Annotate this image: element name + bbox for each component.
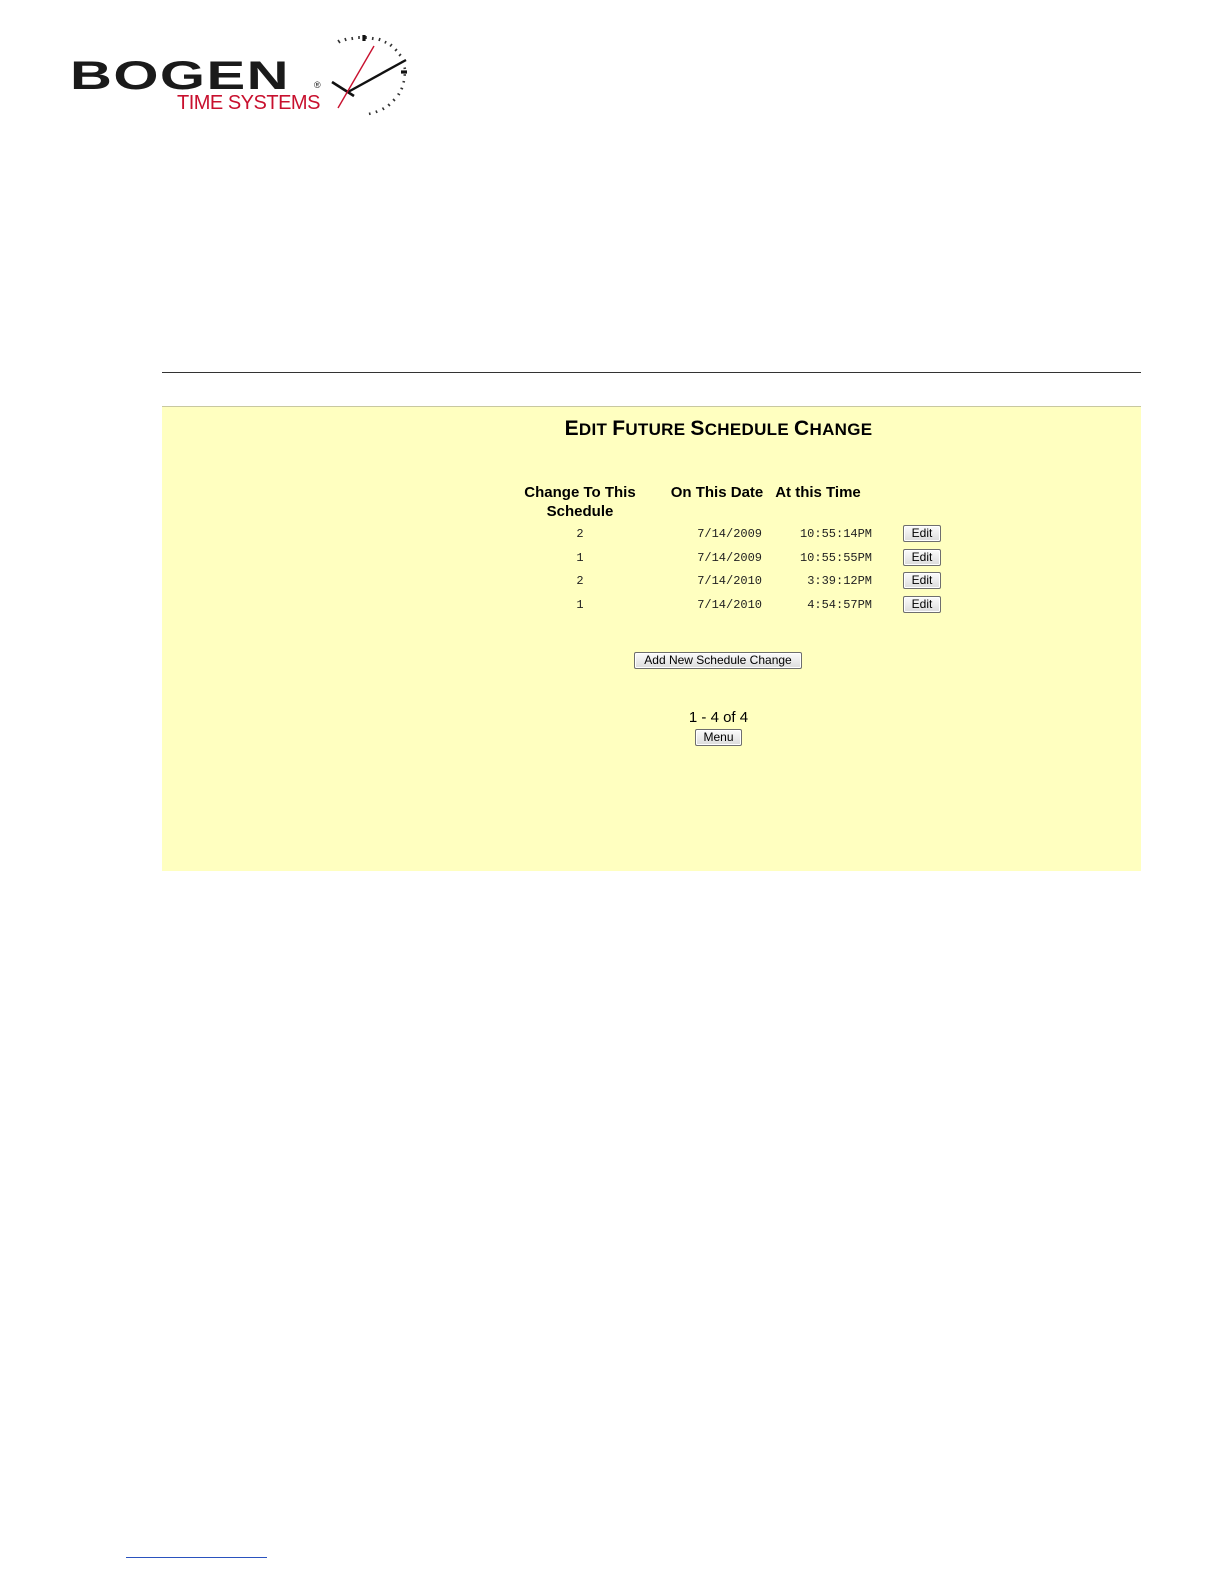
edit-button[interactable]: Edit — [903, 572, 941, 589]
schedule-cell: 1 — [576, 598, 584, 612]
bogen-logo: BOGEN ® TIME SYSTEMS — [68, 30, 413, 120]
logo-brand-text: BOGEN — [70, 54, 290, 98]
time-cell: 3:39:12PM — [807, 574, 872, 588]
menu-button[interactable]: Menu — [695, 729, 742, 746]
column-header-date: On This Date — [670, 484, 764, 501]
date-cell: 7/14/2009 — [697, 527, 762, 541]
time-cell: 10:55:55PM — [799, 551, 872, 565]
column-header-schedule: Change To This Schedule — [524, 484, 636, 520]
schedule-cell: 2 — [576, 574, 584, 588]
date-cell: 7/14/2009 — [697, 551, 762, 565]
clock-icon — [331, 35, 407, 116]
add-schedule-change-button[interactable]: Add New Schedule Change — [634, 652, 802, 669]
logo-tagline: TIME SYSTEMS — [177, 92, 320, 114]
schedule-cell: 1 — [576, 551, 584, 565]
schedule-panel: EDIT FUTURE SCHEDULE CHANGE Change To Th… — [162, 406, 1141, 871]
column-header-time: At this Time — [775, 484, 861, 501]
time-cell: 10:55:14PM — [799, 527, 872, 541]
top-divider — [162, 372, 1141, 373]
edit-button[interactable]: Edit — [903, 525, 941, 542]
edit-button[interactable]: Edit — [903, 596, 941, 613]
date-cell: 7/14/2010 — [697, 574, 762, 588]
page-title: EDIT FUTURE SCHEDULE CHANGE — [564, 417, 873, 440]
footer-link-underline — [126, 1557, 267, 1558]
time-cell: 4:54:57PM — [807, 598, 872, 612]
schedule-cell: 2 — [576, 527, 584, 541]
pagination-status: 1 - 4 of 4 — [688, 709, 749, 726]
edit-button[interactable]: Edit — [903, 549, 941, 566]
date-cell: 7/14/2010 — [697, 598, 762, 612]
